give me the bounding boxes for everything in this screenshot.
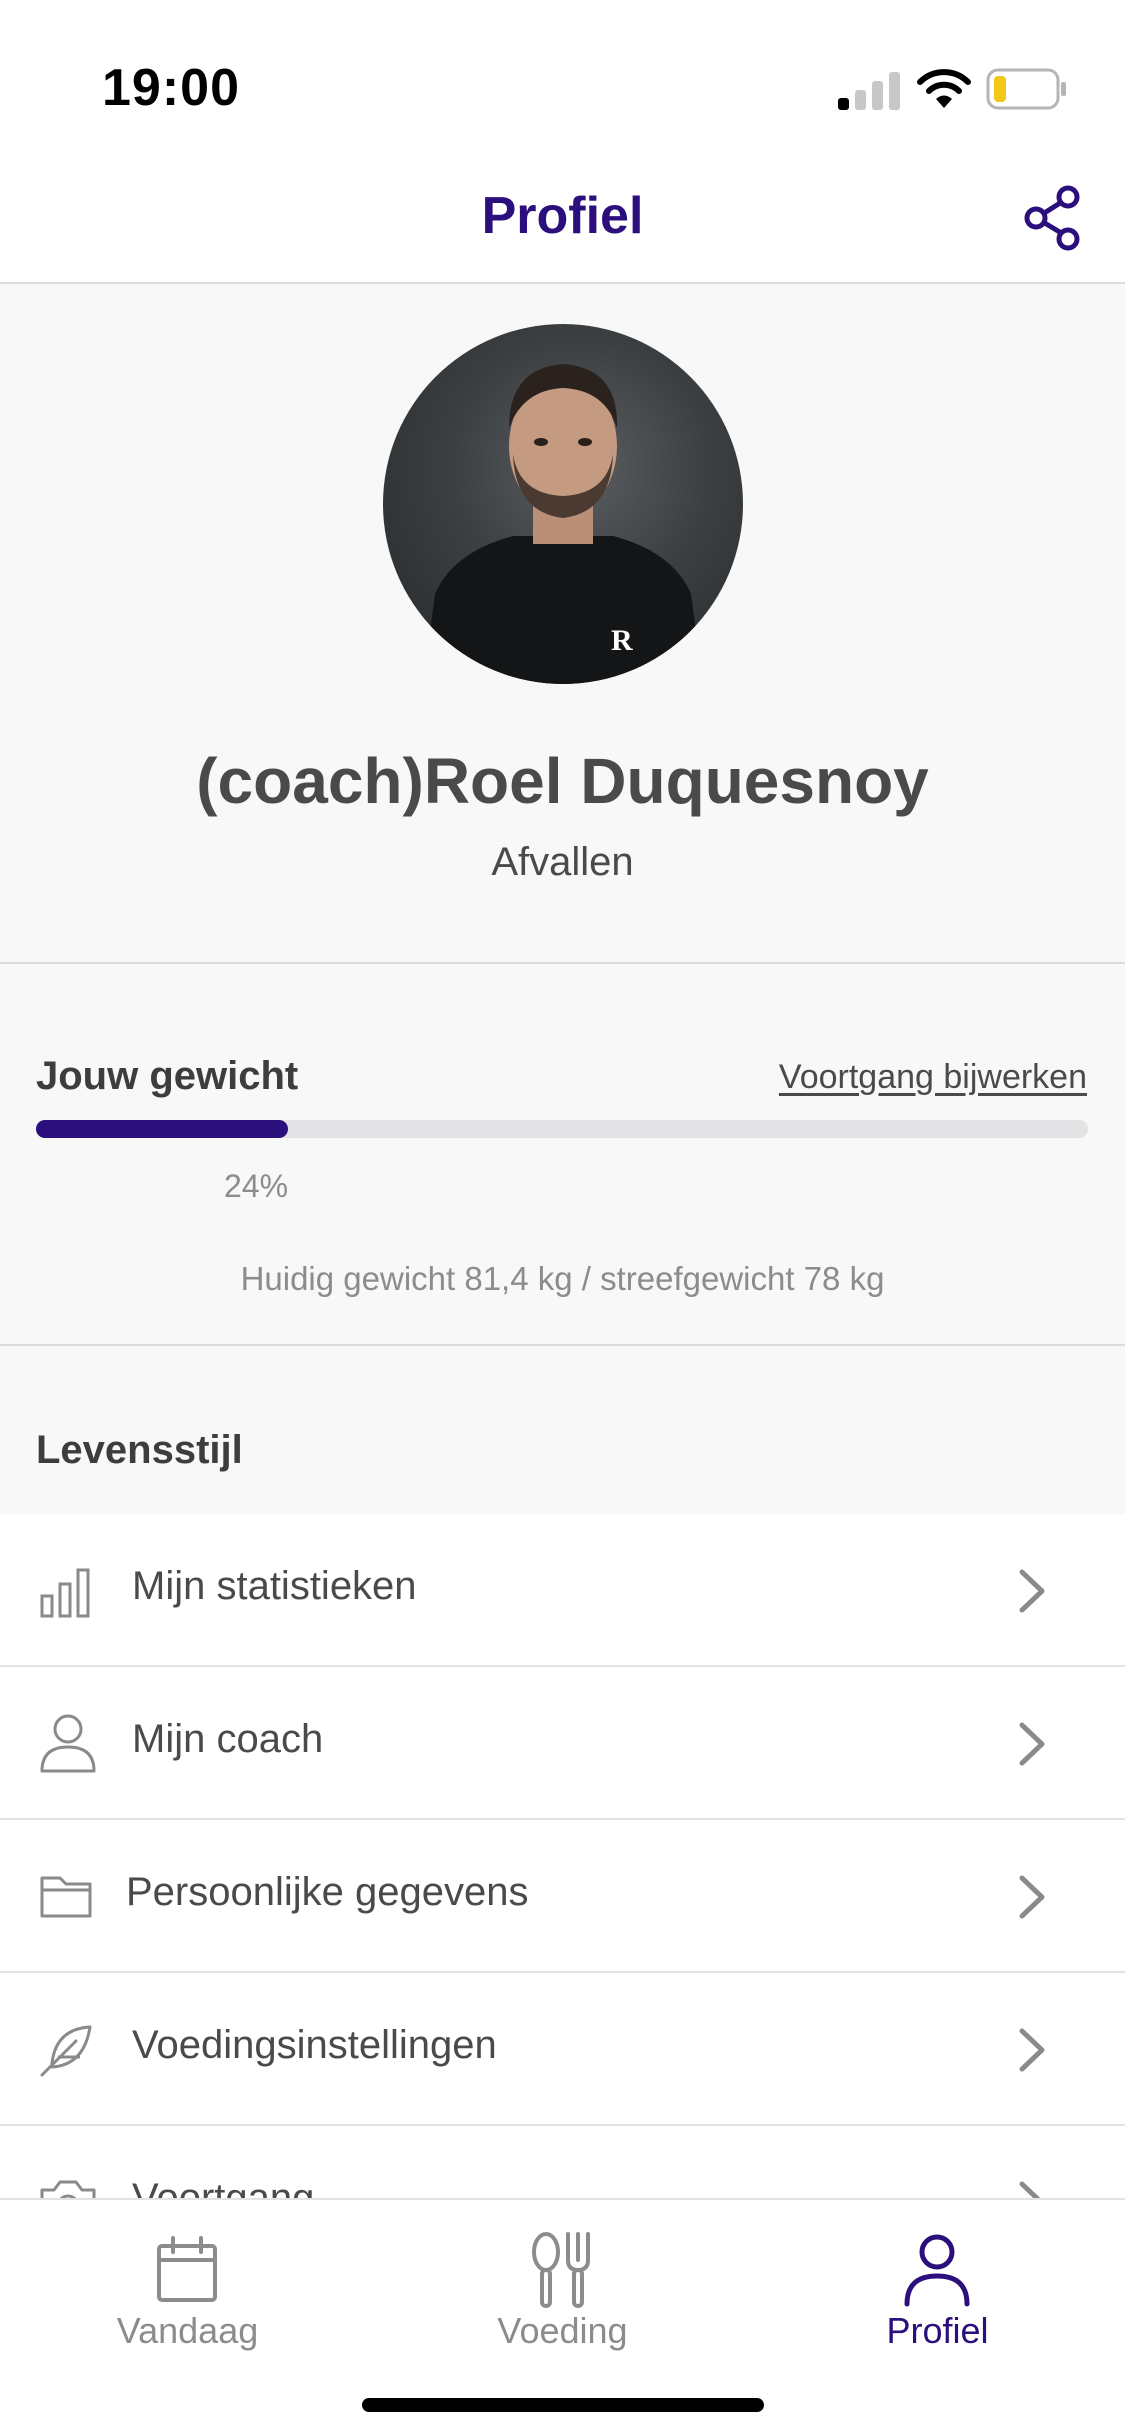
battery-icon — [986, 68, 1066, 110]
weight-detail: Huidig gewicht 81,4 kg / streefgewicht 7… — [240, 1260, 885, 1297]
weight-title: Jouw gewicht — [36, 1054, 299, 1098]
tab-label: Vandaag — [116, 2310, 259, 2351]
lifestyle-menu: Mijn statistieken Mijn coach Persoonlijk… — [0, 1514, 1125, 2279]
person-icon — [904, 2234, 970, 2307]
menu-item-persoonlijke-gegevens[interactable]: Persoonlijke gegevens — [0, 1820, 1125, 1973]
status-bar: 19:00 — [0, 0, 1125, 160]
profile-screen: 19:00 Profiel R (coach)Roel Duquesnoy Af… — [0, 0, 1125, 2436]
weight-progress-bar — [36, 1120, 1088, 1138]
bar-chart-icon — [40, 1568, 90, 1618]
feather-icon — [40, 2025, 92, 2077]
menu-item-coach[interactable]: Mijn coach — [0, 1667, 1125, 1820]
chevron-right-icon — [1019, 1875, 1045, 1919]
chevron-right-icon — [1019, 1722, 1045, 1766]
profile-name: (coach)Roel Duquesnoy — [196, 745, 929, 817]
person-icon — [40, 1714, 96, 1773]
cutlery-icon — [532, 2232, 590, 2308]
page-title: Profiel — [481, 187, 644, 245]
chevron-right-icon — [1019, 1569, 1045, 1613]
home-indicator[interactable] — [362, 2398, 764, 2412]
section-title: Levensstijl — [36, 1428, 243, 1472]
status-time: 19:00 — [102, 59, 240, 117]
tab-voeding[interactable]: Voeding — [375, 2200, 750, 2370]
profile-summary: R (coach)Roel Duquesnoy Afvallen — [0, 284, 1125, 964]
menu-item-label: Mijn statistieken — [132, 1564, 417, 1608]
tab-profiel[interactable]: Profiel — [750, 2200, 1125, 2370]
update-progress-link[interactable]: Voortgang bijwerken — [779, 1058, 1087, 1097]
profile-goal: Afvallen — [491, 840, 634, 884]
wifi-icon — [917, 69, 971, 108]
nav-header: Profiel — [0, 160, 1125, 284]
folder-icon — [40, 1876, 92, 1918]
menu-item-label: Persoonlijke gegevens — [126, 1870, 529, 1914]
menu-item-voedingsinstellingen[interactable]: Voedingsinstellingen — [0, 1973, 1125, 2126]
tab-label: Profiel — [886, 2310, 989, 2351]
coach-portrait: R — [423, 364, 703, 684]
menu-item-label: Mijn coach — [132, 1717, 324, 1761]
lifestyle-section-header: Levensstijl — [0, 1346, 1125, 1514]
weight-section: Jouw gewicht Voortgang bijwerken 24% Hui… — [0, 964, 1125, 1346]
cellular-signal-icon — [838, 70, 900, 110]
tab-vandaag[interactable]: Vandaag — [0, 2200, 375, 2370]
menu-item-statistieken[interactable]: Mijn statistieken — [0, 1514, 1125, 1667]
shirt-logo: R — [611, 624, 633, 657]
share-icon[interactable] — [1022, 184, 1084, 252]
chevron-right-icon — [1019, 2028, 1045, 2072]
tab-label: Voeding — [497, 2310, 628, 2351]
menu-item-label: Voedingsinstellingen — [132, 2023, 497, 2067]
calendar-icon — [157, 2236, 217, 2302]
avatar[interactable]: R — [383, 324, 743, 684]
weight-progress-percent: 24% — [224, 1168, 289, 1204]
weight-progress-fill — [36, 1120, 289, 1138]
